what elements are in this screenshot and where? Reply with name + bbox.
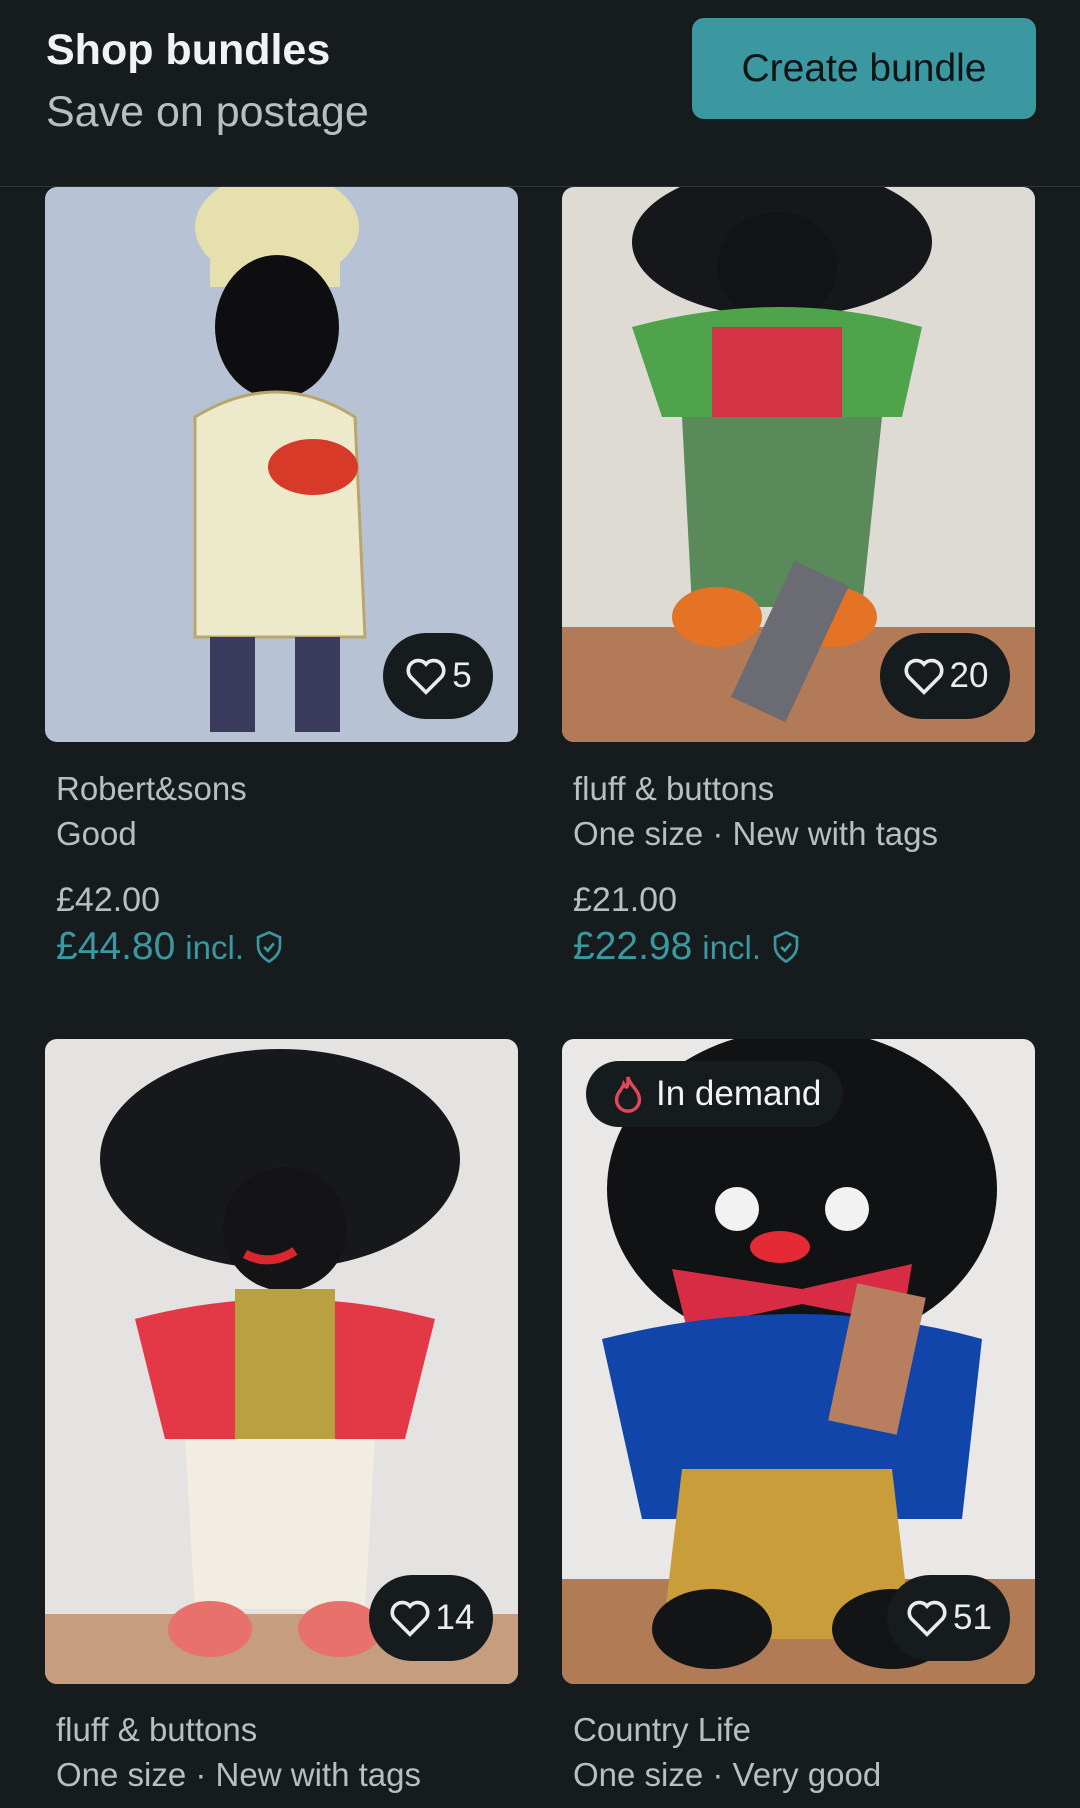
item-price-incl[interactable]: £44.80 incl. [56,925,284,969]
favourite-button[interactable]: 20 [880,633,1010,719]
favourite-button[interactable]: 14 [369,1575,493,1661]
item-price: £21.00 [573,881,677,919]
in-demand-badge: In demand [586,1061,844,1127]
item-brand: fluff & buttons [573,770,775,807]
heart-icon [907,1600,947,1637]
favourite-count: 20 [949,656,989,695]
heart-icon [390,1600,430,1637]
shield-check-icon [773,930,799,964]
item-details: One size · Very good [573,1756,882,1793]
price-incl-value: £22.98 [573,925,693,968]
item-details: Good [56,815,137,852]
heart-icon [904,658,944,695]
item-details: One size · New with tags [573,815,938,852]
header-subtitle: Save on postage [46,88,369,136]
heart-icon [406,658,446,695]
item-price: £42.00 [56,881,160,919]
favourite-count: 5 [452,656,472,695]
bundle-header: Shop bundles Save on postage Create bund… [0,0,1080,187]
item-price-incl[interactable]: £22.98 incl. [573,925,801,969]
item-brand: Robert&sons [56,770,247,807]
flame-icon [614,1076,642,1113]
favourite-button[interactable]: 5 [383,633,493,719]
favourite-count: 51 [953,1598,992,1637]
header-title: Shop bundles [46,26,331,74]
item-details: One size · New with tags [56,1756,421,1793]
favourite-button[interactable]: 51 [887,1575,1010,1661]
item-brand: fluff & buttons [56,1711,258,1748]
create-bundle-button[interactable]: Create bundle [692,18,1036,119]
in-demand-label: In demand [656,1074,822,1113]
item-brand: Country Life [573,1711,751,1748]
price-incl-value: £44.80 [56,925,176,968]
shield-check-icon [256,930,282,964]
incl-label: incl. [185,929,244,966]
favourite-count: 14 [435,1598,475,1637]
incl-label: incl. [702,929,761,966]
